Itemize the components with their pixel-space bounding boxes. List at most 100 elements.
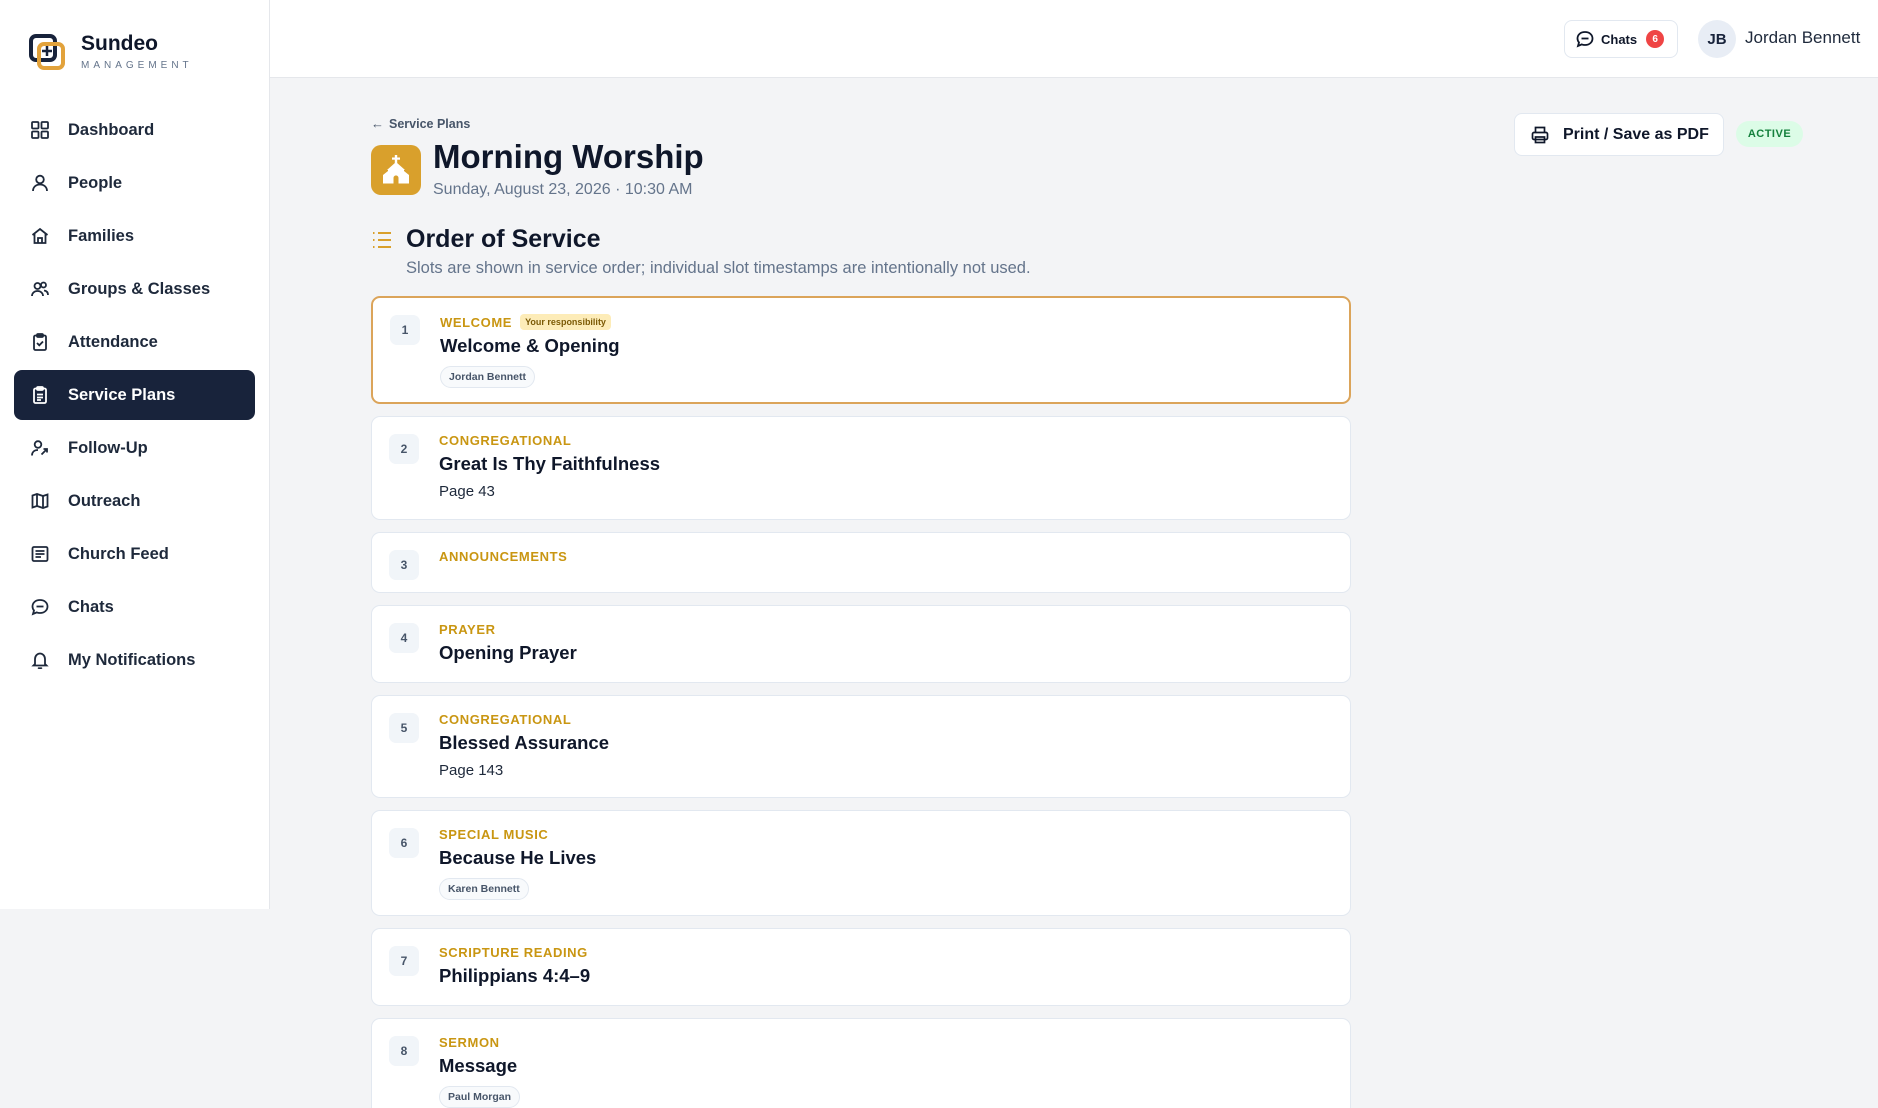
sidebar-item-service-plans[interactable]: Service Plans [14, 370, 255, 420]
person-chip: Paul Morgan [439, 1086, 521, 1108]
sidebar-item-outreach[interactable]: Outreach [14, 476, 255, 526]
slot-card[interactable]: 5 CONGREGATIONAL Blessed Assurance Page … [371, 695, 1351, 798]
sidebar-item-label: Attendance [68, 332, 158, 351]
slot-title: Philippians 4:4–9 [439, 965, 591, 986]
slot-type: SCRIPTURE READING [439, 945, 1350, 960]
sidebar-item-follow-up[interactable]: Follow-Up [14, 423, 255, 473]
person-chip: Karen Bennett [439, 878, 529, 900]
slot-type: ANNOUNCEMENTS [439, 549, 1350, 564]
sidebar-item-label: Outreach [68, 491, 141, 510]
slot-number: 2 [389, 434, 419, 464]
slot-card[interactable]: 3 ANNOUNCEMENTS [371, 532, 1351, 593]
slot-title: Blessed Assurance [439, 732, 610, 753]
brand[interactable]: Sundeo MANAGEMENT [28, 32, 193, 71]
slot-type-label: CONGREGATIONAL [439, 433, 572, 448]
sidebar-item-label: People [68, 173, 123, 192]
person-chip: Jordan Bennett [440, 366, 536, 388]
chats-button-label: Chats [1601, 31, 1638, 47]
sidebar-item-church-feed[interactable]: Church Feed [14, 529, 255, 579]
slot-title: Opening Prayer [439, 642, 577, 663]
avatar[interactable]: JB [1698, 20, 1736, 58]
slot-title: Because He Lives [439, 847, 597, 868]
clipboard-check-icon [30, 332, 50, 352]
sidebar-item-label: Families [68, 226, 135, 245]
church-icon [371, 145, 421, 195]
slot-type: CONGREGATIONAL [439, 433, 1350, 448]
sidebar-item-label: Chats [68, 597, 114, 616]
page-title: Morning Worship [433, 138, 704, 175]
slot-card[interactable]: 7 SCRIPTURE READING Philippians 4:4–9 [371, 928, 1351, 1006]
sidebar-item-label: Dashboard [68, 120, 155, 139]
chat-icon [1576, 31, 1594, 48]
status-badge: ACTIVE [1736, 121, 1803, 147]
print-button-label: Print / Save as PDF [1563, 125, 1709, 143]
slot-number: 6 [389, 828, 419, 858]
sidebar-item-families[interactable]: Families [14, 211, 255, 261]
slot-card[interactable]: 1 WELCOME Your responsibility Welcome & … [371, 296, 1351, 404]
sidebar-item-people[interactable]: People [14, 158, 255, 208]
chat-icon [30, 597, 50, 617]
slot-number: 5 [389, 713, 419, 743]
slot-card[interactable]: 4 PRAYER Opening Prayer [371, 605, 1351, 683]
clipboard-list-icon [30, 385, 50, 405]
map-icon [30, 491, 50, 511]
print-button[interactable]: Print / Save as PDF [1514, 113, 1724, 156]
sidebar-item-notifications[interactable]: My Notifications [14, 635, 255, 685]
slot-number: 4 [389, 623, 419, 653]
sidebar-item-groups[interactable]: Groups & Classes [14, 264, 255, 314]
slot-list: 1 WELCOME Your responsibility Welcome & … [371, 296, 1351, 1108]
slot-note: Page 143 [439, 762, 504, 779]
sidebar-item-chats[interactable]: Chats [14, 582, 255, 632]
slot-title: Message [439, 1055, 518, 1076]
slot-type-label: ANNOUNCEMENTS [439, 549, 568, 564]
sidebar-item-attendance[interactable]: Attendance [14, 317, 255, 367]
slot-number: 7 [389, 946, 419, 976]
slot-number: 3 [389, 550, 419, 580]
home-icon [30, 226, 50, 246]
sidebar-item-label: Service Plans [68, 385, 176, 404]
slot-card[interactable]: 8 SERMON Message Paul Morgan [371, 1018, 1351, 1108]
person-icon [30, 173, 50, 193]
sidebar: Sundeo MANAGEMENT Dashboard People Famil… [0, 0, 270, 909]
slot-number: 8 [389, 1036, 419, 1066]
slot-type-label: SPECIAL MUSIC [439, 827, 549, 842]
user-follow-icon [30, 438, 50, 458]
chats-button[interactable]: Chats 6 [1564, 20, 1678, 58]
printer-icon [1531, 126, 1549, 143]
feed-icon [30, 544, 50, 564]
back-link-label: Service Plans [389, 116, 471, 131]
slot-type-label: SCRIPTURE READING [439, 945, 588, 960]
sidebar-item-dashboard[interactable]: Dashboard [14, 105, 255, 155]
users-icon [30, 279, 50, 299]
bell-icon [30, 650, 50, 670]
slot-type-label: PRAYER [439, 622, 496, 637]
logo-icon [29, 33, 65, 70]
sidebar-item-label: Groups & Classes [68, 279, 211, 298]
chats-count-badge: 6 [1646, 30, 1665, 48]
slot-card[interactable]: 6 SPECIAL MUSIC Because He Lives Karen B… [371, 810, 1351, 916]
section-title: Order of Service [406, 225, 601, 253]
responsibility-badge: Your responsibility [520, 314, 611, 330]
slot-note: Page 43 [439, 483, 495, 500]
arrow-left-icon: ← [371, 116, 384, 131]
sidebar-item-label: Church Feed [68, 544, 169, 563]
brand-subtitle: MANAGEMENT [81, 60, 193, 71]
slot-type: SPECIAL MUSIC [439, 827, 1350, 842]
back-link[interactable]: ← Service Plans [371, 116, 470, 131]
slot-type: WELCOME Your responsibility [440, 314, 1349, 330]
user-name[interactable]: Jordan Bennett [1745, 28, 1860, 48]
slot-title: Great Is Thy Faithfulness [439, 453, 661, 474]
dashboard-icon [30, 120, 50, 140]
slot-type: CONGREGATIONAL [439, 712, 1350, 727]
topbar: Chats 6 JB Jordan Bennett [270, 0, 1878, 78]
plan-date: Sunday, August 23, 2026 · 10:30 AM [433, 181, 693, 198]
slot-type-label: SERMON [439, 1035, 500, 1050]
section-description: Slots are shown in service order; indivi… [406, 259, 1031, 277]
slot-number: 1 [390, 315, 420, 345]
slot-title: Welcome & Opening [440, 335, 620, 356]
brand-name: Sundeo [81, 32, 158, 55]
slot-card[interactable]: 2 CONGREGATIONAL Great Is Thy Faithfulne… [371, 416, 1351, 520]
sidebar-item-label: My Notifications [68, 650, 196, 669]
sidebar-nav: Dashboard People Families Groups & Class… [14, 105, 255, 688]
slot-type-label: CONGREGATIONAL [439, 712, 572, 727]
